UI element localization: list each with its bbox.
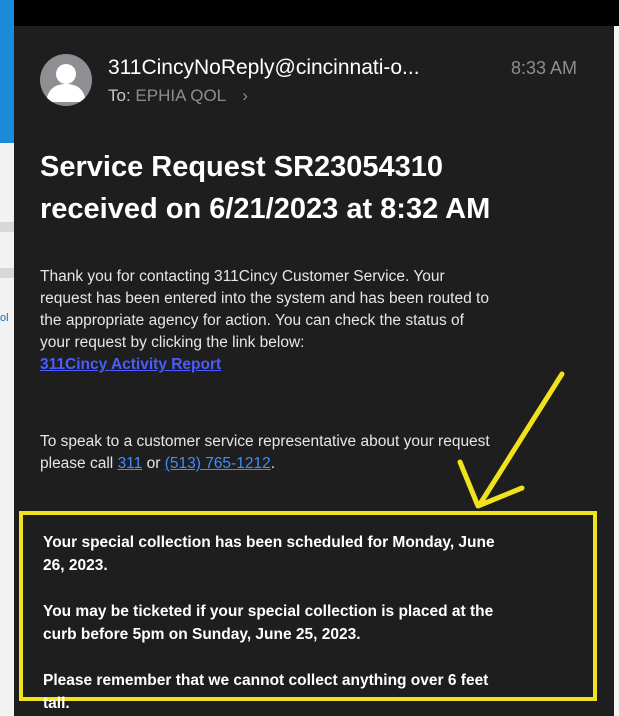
arrow-icon bbox=[457, 371, 565, 509]
chevron-right-icon[interactable]: › bbox=[242, 86, 248, 105]
sender-address[interactable]: 311CincyNoReply@cincinnati-o... bbox=[108, 56, 498, 80]
to-label: To: bbox=[108, 86, 131, 105]
notice-line: 26, 2023. bbox=[43, 557, 108, 574]
subject-line: Service Request SR23054310 bbox=[40, 151, 444, 183]
background-window-edge: ol bbox=[0, 0, 14, 716]
subject-line: received on 6/21/2023 at 8:32 AM bbox=[40, 193, 491, 225]
notice-paragraph: Please remember that we cannot collect a… bbox=[43, 669, 593, 715]
collection-notice-box: Your special collection has been schedul… bbox=[19, 511, 597, 712]
background-blue-panel bbox=[0, 0, 14, 143]
phone-number-link[interactable]: (513) 765-1212 bbox=[165, 455, 271, 472]
notice-line: Please remember that we cannot collect a… bbox=[43, 672, 489, 689]
recipient-line[interactable]: To: EPHIA QOL › bbox=[108, 86, 248, 106]
background-edge-text: ol bbox=[0, 312, 9, 324]
email-view: 311CincyNoReply@cincinnati-o... 8:33 AM … bbox=[14, 26, 614, 716]
notice-line: You may be ticketed if your special coll… bbox=[43, 603, 494, 620]
call-prefix: please call bbox=[40, 455, 114, 472]
body-line: your request by clicking the link below: bbox=[40, 334, 305, 351]
phone-311-link[interactable]: 311 bbox=[118, 455, 143, 472]
recipient-name[interactable]: EPHIA QOL bbox=[135, 86, 225, 105]
email-subject: Service Request SR23054310 received on 6… bbox=[40, 146, 600, 230]
activity-report-link[interactable]: 311Cincy Activity Report bbox=[40, 356, 221, 373]
period: . bbox=[270, 455, 276, 472]
or-text: or bbox=[146, 455, 161, 472]
received-time: 8:33 AM bbox=[511, 58, 578, 78]
notice-paragraph: You may be ticketed if your special coll… bbox=[43, 600, 593, 646]
background-band bbox=[0, 222, 14, 232]
notice-line: tall. bbox=[43, 695, 70, 712]
body-paragraph: Thank you for contacting 311Cincy Custom… bbox=[40, 266, 605, 376]
right-edge bbox=[614, 26, 619, 716]
person-icon[interactable] bbox=[40, 54, 92, 106]
notice-line: Your special collection has been schedul… bbox=[43, 534, 495, 551]
body-line: Thank you for contacting 311Cincy Custom… bbox=[40, 268, 445, 285]
background-band bbox=[0, 268, 14, 278]
notice-line: curb before 5pm on Sunday, June 25, 2023… bbox=[43, 626, 361, 643]
notice-paragraph: Your special collection has been schedul… bbox=[43, 531, 593, 577]
body-line: request has been entered into the system… bbox=[40, 290, 489, 307]
body-line: the appropriate agency for action. You c… bbox=[40, 312, 464, 329]
top-black-bar bbox=[14, 0, 619, 26]
